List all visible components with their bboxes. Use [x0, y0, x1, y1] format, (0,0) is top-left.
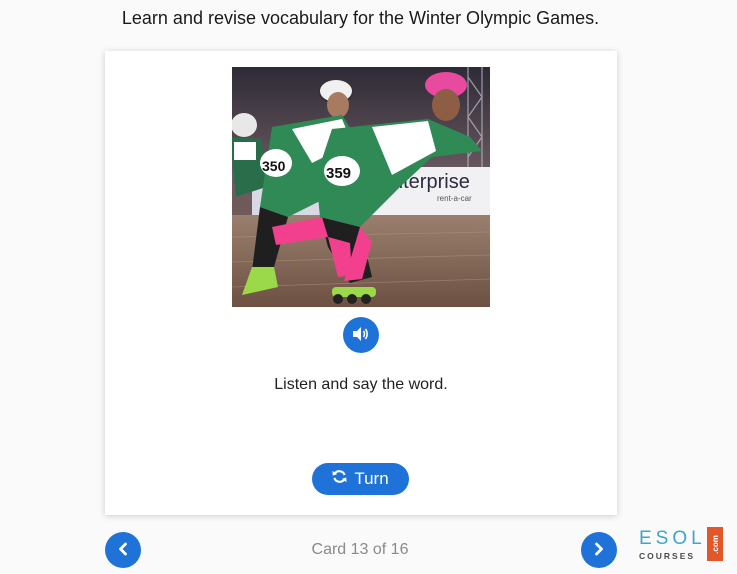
speaker-icon: [352, 326, 370, 345]
play-audio-button[interactable]: [343, 317, 379, 353]
refresh-icon: [332, 469, 347, 489]
page-title: Learn and revise vocabulary for the Wint…: [121, 8, 600, 28]
previous-card-button[interactable]: [105, 532, 141, 568]
bib-number-1: 359: [326, 165, 351, 182]
esol-courses-logo[interactable]: ESOL COURSES .com: [638, 527, 726, 563]
card-prompt: Listen and say the word.: [274, 376, 448, 393]
logo-com-badge: .com: [707, 527, 723, 561]
speed-skaters-photo: nterprise rent-a-car 350 359: [232, 67, 490, 307]
turn-card-button[interactable]: Turn: [312, 463, 409, 495]
turn-label: Turn: [354, 469, 389, 488]
flashcard: nterprise rent-a-car 350 359 Listen and …: [105, 51, 617, 515]
banner-subtext: rent-a-car: [437, 194, 472, 203]
flashcard-page: Learn and revise vocabulary for the Wint…: [0, 0, 737, 574]
card-counter: Card 13 of 16: [311, 541, 409, 558]
chevron-left-icon: [117, 542, 129, 559]
logo-line-esol: ESOL: [639, 528, 706, 549]
chevron-right-icon: [593, 542, 605, 559]
bib-number-2: 350: [262, 158, 286, 174]
next-card-button[interactable]: [581, 532, 617, 568]
logo-com-text: .com: [710, 534, 720, 554]
logo-line-courses: COURSES: [639, 551, 696, 561]
